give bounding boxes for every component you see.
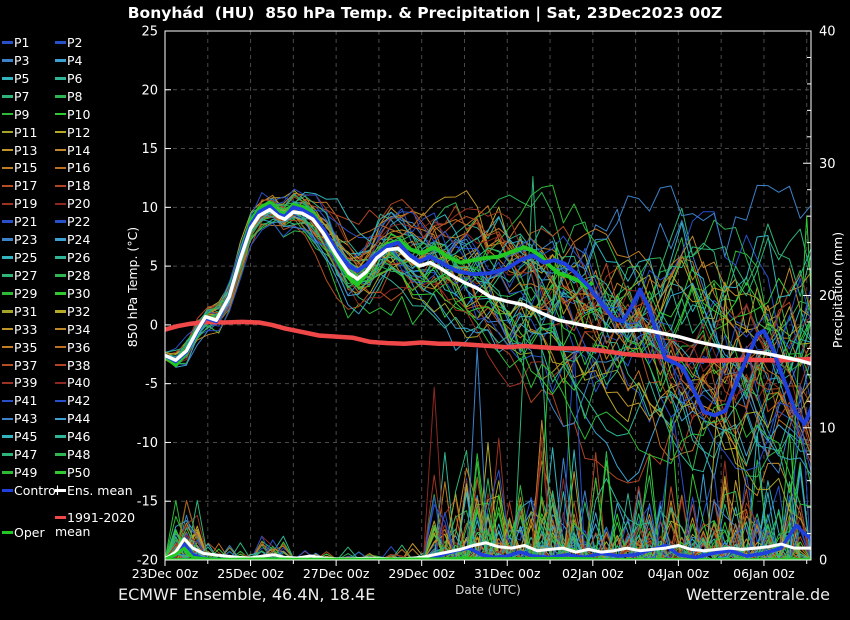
svg-text:10: 10 xyxy=(819,421,836,436)
watermark-label: Wetterzentrale.de xyxy=(686,585,830,604)
svg-text:15: 15 xyxy=(141,142,158,157)
svg-text:27Dec 00z: 27Dec 00z xyxy=(303,566,370,581)
svg-text:5: 5 xyxy=(150,260,158,275)
svg-text:-15: -15 xyxy=(137,495,158,510)
svg-text:04Jan 00z: 04Jan 00z xyxy=(648,566,710,581)
svg-text:25: 25 xyxy=(141,25,158,40)
svg-text:20: 20 xyxy=(141,83,158,98)
svg-text:40: 40 xyxy=(819,25,836,40)
svg-text:31Dec 00z: 31Dec 00z xyxy=(474,566,541,581)
svg-text:30: 30 xyxy=(819,157,836,172)
meteogram-chart: 2520151050-5-10-15-2040302010023Dec 00z2… xyxy=(0,0,850,620)
svg-text:0: 0 xyxy=(819,554,827,569)
ensemble-member-temp-line xyxy=(165,202,811,474)
ensemble-member-temp-line xyxy=(165,205,811,394)
svg-text:29Dec 00z: 29Dec 00z xyxy=(388,566,455,581)
model-location-label: ECMWF Ensemble, 46.4N, 18.4E xyxy=(118,585,375,604)
meteogram-screen: Bonyhád (HU) 850 hPa Temp. & Precipitati… xyxy=(0,0,850,620)
x-tick-labels: 23Dec 00z 25Dec 00z 27Dec 00z 29Dec 00z 31De… xyxy=(132,566,795,581)
x-axis-title: Date (UTC) xyxy=(455,583,521,597)
svg-text:-5: -5 xyxy=(145,377,158,392)
svg-text:23Dec 00z: 23Dec 00z xyxy=(132,566,199,581)
svg-text:-10: -10 xyxy=(137,436,158,451)
svg-text:25Dec 00z: 25Dec 00z xyxy=(217,566,284,581)
svg-text:06Jan 00z: 06Jan 00z xyxy=(733,566,795,581)
y-left-axis-title: 850 hPa Temp. (°C) xyxy=(125,227,140,347)
svg-text:02Jan 00z: 02Jan 00z xyxy=(562,566,624,581)
plot-data xyxy=(165,177,826,562)
svg-text:10: 10 xyxy=(141,201,158,216)
y-right-axis-title: Precipitation (mm) xyxy=(830,232,845,348)
svg-text:0: 0 xyxy=(150,318,158,333)
